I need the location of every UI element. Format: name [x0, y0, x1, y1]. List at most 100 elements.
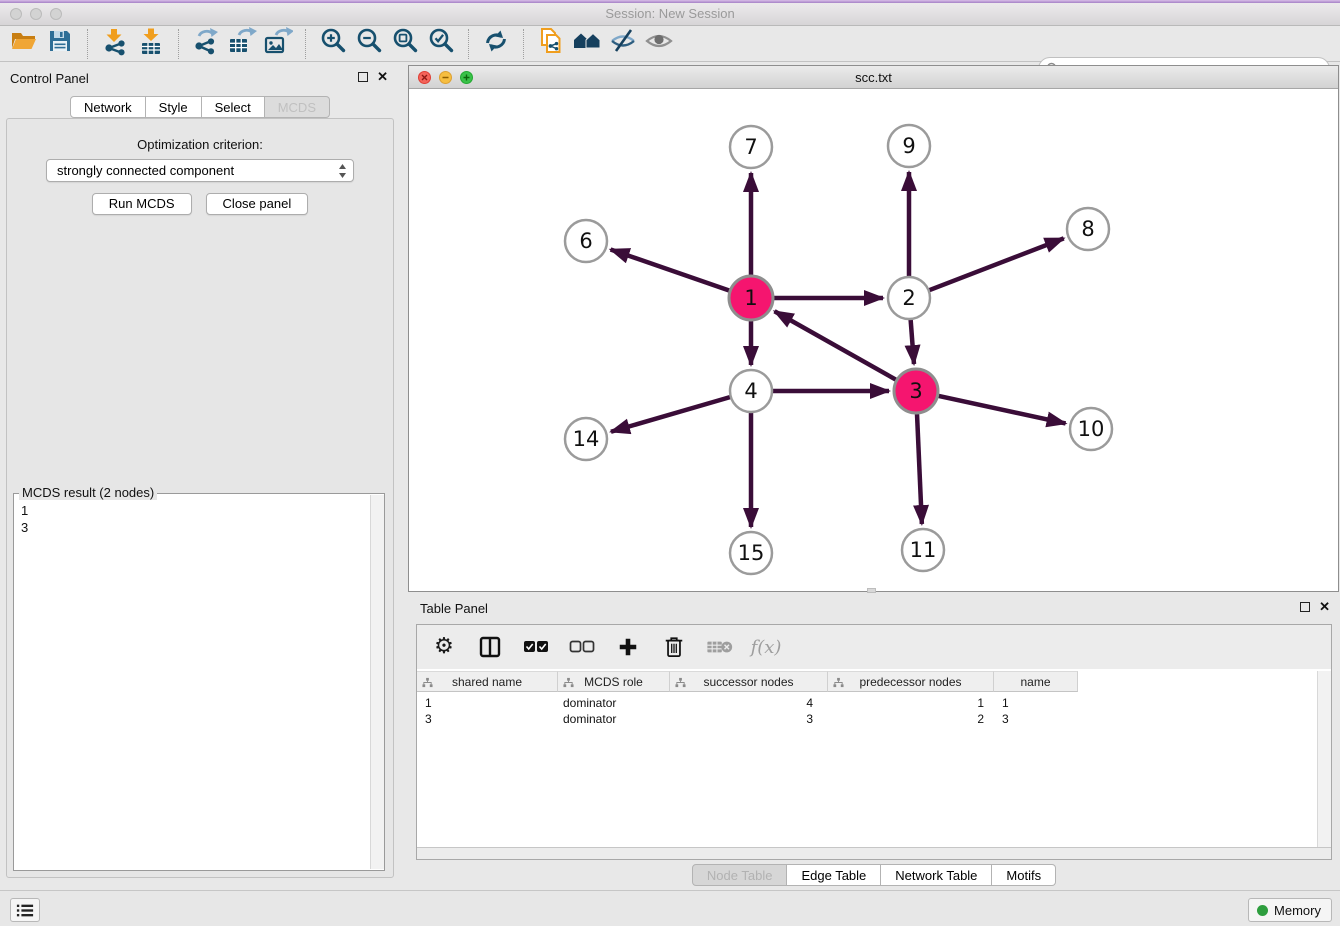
- cell-successor-nodes[interactable]: 4: [670, 695, 828, 711]
- save-session-button[interactable]: [42, 28, 78, 60]
- table-settings-button[interactable]: ⚙: [429, 632, 459, 662]
- table-row[interactable]: 1 dominator 4 1 1: [417, 695, 1317, 711]
- cell-name[interactable]: 3: [994, 711, 1078, 727]
- column-header-mcds-role[interactable]: MCDS role: [558, 671, 670, 692]
- export-image-button[interactable]: [260, 28, 296, 60]
- splitter-handle[interactable]: [867, 588, 876, 593]
- refresh-button[interactable]: [478, 28, 514, 60]
- cell-successor-nodes[interactable]: 3: [670, 711, 828, 727]
- close-panel-icon[interactable]: ✕: [377, 72, 388, 82]
- zoom-selected-button[interactable]: [423, 28, 459, 60]
- column-header-successor-nodes[interactable]: successor nodes: [670, 671, 828, 692]
- import-network-button[interactable]: [97, 28, 133, 60]
- graph-node-label-1: 1: [744, 286, 757, 310]
- show-column-button[interactable]: [475, 632, 505, 662]
- toolbar-separator: [178, 29, 179, 59]
- cell-shared-name[interactable]: 1: [417, 695, 558, 711]
- memory-button[interactable]: Memory: [1248, 898, 1332, 922]
- export-table-button[interactable]: [224, 28, 260, 60]
- tab-motifs[interactable]: Motifs: [992, 864, 1056, 886]
- zoom-fit-button[interactable]: [387, 28, 423, 60]
- cell-name[interactable]: 1: [994, 695, 1078, 711]
- delete-row-button[interactable]: [659, 632, 689, 662]
- application-window: Session: New Session: [0, 0, 1340, 926]
- column-header-name[interactable]: name: [994, 671, 1078, 692]
- tab-network-table[interactable]: Network Table: [881, 864, 992, 886]
- hide-graphics-details-button[interactable]: [605, 28, 641, 60]
- export-network-button[interactable]: [188, 28, 224, 60]
- tab-node-table[interactable]: Node Table: [692, 864, 788, 886]
- table-panel-header: Table Panel ✕: [408, 595, 1340, 623]
- control-panel-tabs: Network Style Select MCDS: [0, 96, 400, 118]
- unchecked-boxes-icon: [569, 639, 595, 655]
- cell-predecessor-nodes[interactable]: 1: [828, 695, 994, 711]
- task-history-button[interactable]: [10, 898, 40, 922]
- tab-style[interactable]: Style: [146, 96, 202, 118]
- open-session-button[interactable]: [6, 28, 42, 60]
- plus-icon: [617, 636, 639, 658]
- float-panel-icon[interactable]: [358, 72, 368, 82]
- graph-edge-2-8[interactable]: [929, 238, 1064, 290]
- import-table-button[interactable]: [133, 28, 169, 60]
- network-graph[interactable]: 7968124314101511: [409, 89, 1338, 592]
- mcds-panel-body: Optimization criterion: strongly connect…: [6, 118, 394, 878]
- graph-edge-3-10[interactable]: [937, 396, 1065, 424]
- show-graphics-details-button[interactable]: [641, 28, 677, 60]
- close-panel-button[interactable]: Close panel: [206, 193, 309, 215]
- checked-boxes-icon: [523, 639, 549, 655]
- network-canvas[interactable]: 7968124314101511: [409, 89, 1338, 591]
- import-network-icon: [100, 26, 130, 61]
- cell-shared-name[interactable]: 3: [417, 711, 558, 727]
- network-window-titlebar[interactable]: scc.txt: [409, 66, 1338, 89]
- floppy-disk-icon: [45, 26, 75, 61]
- graph-edge-3-1[interactable]: [775, 311, 897, 380]
- float-table-panel-icon[interactable]: [1300, 602, 1310, 612]
- tab-network[interactable]: Network: [70, 96, 146, 118]
- graph-edge-3-11[interactable]: [917, 413, 922, 524]
- mcds-result-text[interactable]: 1 3: [14, 496, 369, 870]
- tab-edge-table[interactable]: Edge Table: [787, 864, 881, 886]
- add-row-button[interactable]: [613, 632, 643, 662]
- graph-node-label-9: 9: [902, 134, 915, 158]
- homes-icon: [572, 26, 602, 61]
- function-builder-button[interactable]: f(x): [751, 632, 781, 662]
- table-toolbar: ⚙ f(x): [417, 625, 1331, 669]
- cell-mcds-role[interactable]: dominator: [558, 695, 670, 711]
- graph-edge-4-14[interactable]: [611, 397, 731, 432]
- import-table-icon: [136, 26, 166, 61]
- home-button[interactable]: [569, 28, 605, 60]
- run-mcds-button[interactable]: Run MCDS: [92, 193, 192, 215]
- delete-table-button[interactable]: [705, 632, 735, 662]
- result-scrollbar[interactable]: [370, 495, 384, 869]
- close-table-panel-icon[interactable]: ✕: [1319, 602, 1330, 612]
- table-row[interactable]: 3 dominator 3 2 3: [417, 711, 1317, 727]
- graph-node-label-15: 15: [738, 541, 765, 565]
- hierarchy-icon: [422, 677, 433, 688]
- column-header-shared-name[interactable]: shared name: [417, 671, 558, 692]
- table-scrollbar[interactable]: [1317, 671, 1331, 847]
- mcds-result-line: 3: [21, 519, 369, 536]
- graph-edge-2-3[interactable]: [911, 319, 914, 364]
- graph-edge-1-6[interactable]: [611, 249, 731, 290]
- deselect-all-button[interactable]: [567, 632, 597, 662]
- criterion-select[interactable]: strongly connected component: [46, 159, 354, 182]
- network-view-window: scc.txt 7968124314101511: [408, 65, 1339, 592]
- tab-select[interactable]: Select: [202, 96, 265, 118]
- column-header-predecessor-nodes[interactable]: predecessor nodes: [828, 671, 994, 692]
- toolbar-separator: [468, 29, 469, 59]
- select-all-button[interactable]: [521, 632, 551, 662]
- cell-mcds-role[interactable]: dominator: [558, 711, 670, 727]
- hierarchy-icon: [675, 677, 686, 688]
- cell-predecessor-nodes[interactable]: 2: [828, 711, 994, 727]
- toolbar-separator: [87, 29, 88, 59]
- zoom-in-icon: [318, 26, 348, 61]
- duplicate-network-button[interactable]: [533, 28, 569, 60]
- tab-mcds[interactable]: MCDS: [265, 96, 330, 118]
- memory-label: Memory: [1274, 903, 1321, 918]
- zoom-in-button[interactable]: [315, 28, 351, 60]
- table-body: 1 dominator 4 1 1 3 dominator 3 2 3: [417, 692, 1317, 727]
- zoom-out-button[interactable]: [351, 28, 387, 60]
- hierarchy-icon: [563, 677, 574, 688]
- status-bar: Memory: [0, 890, 1340, 926]
- export-image-icon: [263, 26, 293, 61]
